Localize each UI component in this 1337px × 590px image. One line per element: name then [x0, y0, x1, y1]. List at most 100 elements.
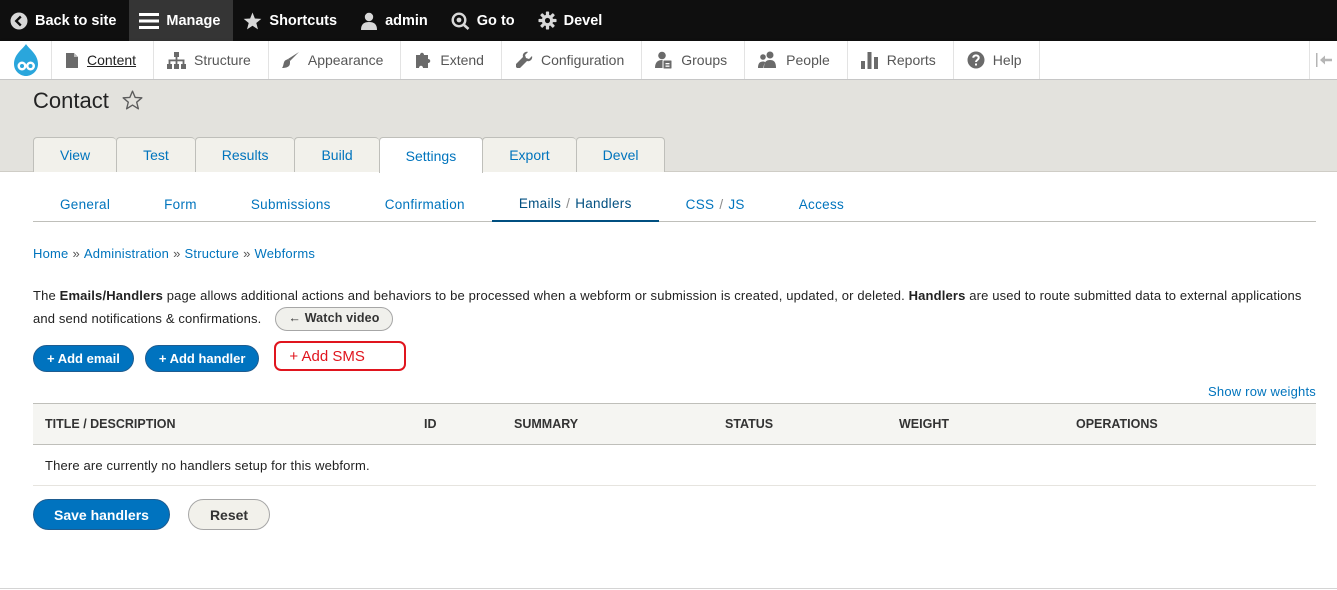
paintbrush-icon — [281, 52, 299, 68]
subtab-confirmation[interactable]: Confirmation — [358, 187, 492, 222]
user-tab[interactable]: admin — [350, 0, 441, 41]
devel-tab[interactable]: Devel — [528, 0, 616, 41]
people-icon — [758, 51, 777, 68]
add-handler-button[interactable]: + Add handler — [144, 344, 260, 372]
tray-item-label: Structure — [194, 52, 251, 68]
manage-tab[interactable]: Manage — [129, 0, 234, 41]
watch-video-button[interactable]: ← Watch video — [275, 306, 393, 331]
page-description: The Emails/Handlers page allows addition… — [33, 284, 1323, 332]
manage-label: Manage — [166, 12, 221, 29]
page-header: Contact View Test Results Build Settings… — [0, 80, 1337, 173]
admin-tray: Content Structure Appearance Extend Conf… — [0, 41, 1337, 80]
subtab-separator: / — [566, 196, 571, 211]
tab-devel[interactable]: Devel — [575, 137, 666, 172]
puzzle-icon — [416, 52, 431, 68]
back-to-site-link[interactable]: Back to site — [0, 0, 129, 41]
groups-icon — [655, 51, 673, 69]
tray-item-appearance[interactable]: Appearance — [269, 41, 402, 79]
add-email-button[interactable]: + Add email — [33, 344, 134, 372]
column-header-summary: SUMMARY — [502, 403, 713, 445]
tray-item-label: Help — [992, 52, 1022, 68]
subtab-general[interactable]: General — [33, 187, 137, 222]
tab-build[interactable]: Build — [294, 137, 379, 172]
shortcut-star-icon[interactable] — [122, 90, 143, 110]
tray-item-label: Configuration — [540, 52, 625, 68]
description-text: page allows additional actions and behav… — [163, 288, 909, 303]
tab-test[interactable]: Test — [116, 137, 195, 172]
breadcrumb-home[interactable]: Home — [33, 246, 68, 261]
hamburger-icon — [139, 12, 160, 29]
back-arrow-icon — [10, 12, 28, 29]
description-emphasis: Handlers — [908, 288, 966, 303]
gear-icon — [538, 11, 557, 30]
tab-view[interactable]: View — [33, 137, 117, 172]
subtab-emails-label: Emails — [518, 196, 562, 211]
tray-item-people[interactable]: People — [745, 41, 848, 79]
tray-item-configuration[interactable]: Configuration — [502, 41, 643, 79]
tray-item-label: Reports — [886, 52, 936, 68]
shortcuts-tab[interactable]: Shortcuts — [233, 0, 350, 41]
breadcrumb-administration[interactable]: Administration — [84, 246, 169, 261]
file-icon — [66, 52, 78, 68]
subtab-handlers-label: Handlers — [575, 196, 632, 211]
go-to-tab[interactable]: Go to — [441, 0, 528, 41]
subtab-access[interactable]: Access — [772, 187, 871, 222]
back-to-site-label: Back to site — [35, 12, 117, 29]
column-header-status: STATUS — [713, 403, 887, 445]
subtab-form[interactable]: Form — [137, 187, 224, 222]
drupal-drop-icon — [13, 44, 38, 76]
tray-item-groups[interactable]: Groups — [642, 41, 746, 79]
user-label: admin — [385, 12, 428, 29]
tab-settings[interactable]: Settings — [378, 137, 484, 173]
tray-item-structure[interactable]: Structure — [154, 41, 269, 79]
tray-orientation-toggle[interactable] — [1309, 41, 1337, 79]
breadcrumb-structure[interactable]: Structure — [185, 246, 240, 261]
show-row-weights-link[interactable]: Show row weights — [1208, 384, 1316, 399]
tab-export[interactable]: Export — [482, 137, 576, 172]
tray-item-reports[interactable]: Reports — [848, 41, 954, 79]
help-icon — [967, 51, 985, 69]
subtab-submissions[interactable]: Submissions — [224, 187, 358, 222]
breadcrumb-separator: » — [72, 246, 80, 261]
empty-table-message: There are currently no handlers setup fo… — [33, 444, 1316, 486]
breadcrumb-webforms[interactable]: Webforms — [255, 246, 316, 261]
subtab-emails-handlers[interactable]: Emails / Handlers — [491, 187, 659, 222]
go-to-icon — [451, 11, 470, 30]
add-sms-button[interactable]: + Add SMS — [274, 341, 407, 371]
column-header-weight: WEIGHT — [887, 403, 1064, 445]
column-header-id: ID — [412, 403, 502, 445]
subtab-css-js[interactable]: CSS / JS — [659, 187, 772, 222]
column-header-title: TITLE / DESCRIPTION — [33, 403, 412, 445]
tray-item-label: People — [786, 52, 830, 68]
secondary-tabs: General Form Submissions Confirmation Em… — [33, 187, 1316, 222]
reset-button[interactable]: Reset — [187, 499, 271, 530]
tray-item-label: Content — [87, 52, 137, 68]
admin-toolbar: Back to site Manage Shortcuts admin Go t… — [0, 0, 1337, 41]
drupal-logo[interactable] — [0, 41, 52, 79]
tray-item-help[interactable]: Help — [954, 41, 1040, 79]
subtab-js-label: JS — [728, 197, 745, 212]
local-actions: + Add email + Add handler + Add SMS — [33, 341, 407, 373]
tab-results[interactable]: Results — [194, 137, 295, 172]
bar-chart-icon — [860, 51, 878, 69]
column-header-operations: OPERATIONS — [1064, 403, 1316, 445]
tray-item-label: Extend — [440, 52, 484, 68]
footer-divider — [0, 588, 1337, 589]
save-handlers-button[interactable]: Save handlers — [33, 499, 170, 530]
star-icon — [244, 11, 262, 29]
shortcuts-label: Shortcuts — [269, 12, 338, 29]
description-text: The — [33, 288, 60, 303]
wrench-icon — [515, 51, 533, 68]
tray-item-content[interactable]: Content — [52, 41, 155, 79]
table-header-row: TITLE / DESCRIPTION ID SUMMARY STATUS WE… — [33, 403, 1316, 445]
tray-item-extend[interactable]: Extend — [401, 41, 502, 79]
go-to-label: Go to — [476, 12, 515, 29]
sitemap-icon — [167, 51, 187, 69]
form-actions: Save handlers Reset — [33, 499, 271, 530]
user-icon — [361, 12, 378, 30]
primary-tabs: View Test Results Build Settings Export … — [33, 137, 666, 173]
tray-item-label: Appearance — [307, 52, 384, 68]
table-row: There are currently no handlers setup fo… — [33, 444, 1316, 486]
handlers-table: TITLE / DESCRIPTION ID SUMMARY STATUS WE… — [33, 403, 1316, 486]
description-emphasis: Emails/Handlers — [59, 288, 164, 303]
